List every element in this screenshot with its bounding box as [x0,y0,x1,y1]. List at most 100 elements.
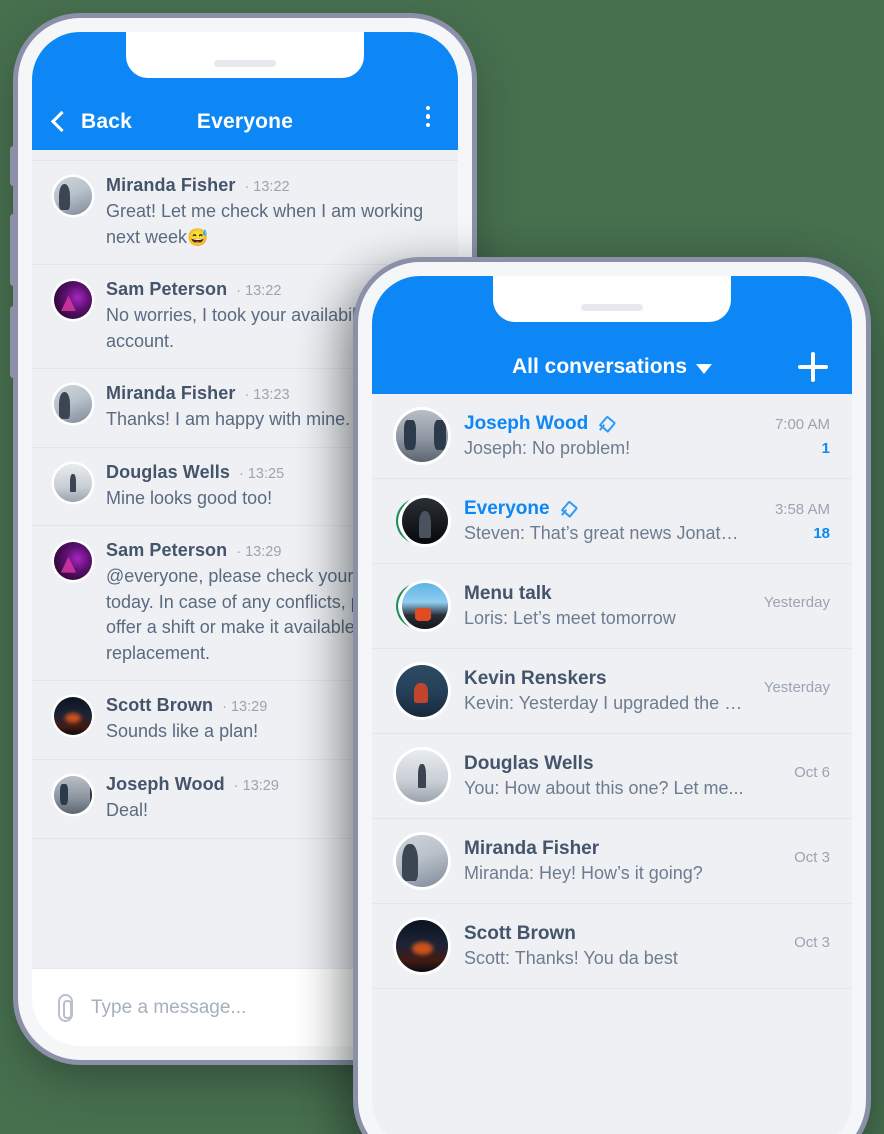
avatar-image [402,498,448,544]
message-header: Miranda Fisher · 13:22 [106,175,438,196]
conversation-list[interactable]: Joseph Wood Joseph: No problem! 7:00 AM 1 Ev… [372,394,852,1134]
unread-count: 1 [821,439,830,457]
conversation-row[interactable]: Kevin Renskers Kevin: Yesterday I upgrade… [372,649,852,734]
message-author: Scott Brown [106,695,214,716]
conversation-preview: You: How about this one? Let me... [464,778,744,798]
avatar[interactable] [54,281,92,320]
conversation-name: Joseph Wood [464,413,589,434]
unread-count: 18 [813,524,830,542]
phone-device-conversations: All conversations Joseph Wood Joseph: No … [358,262,866,1134]
chat-title: Everyone [196,110,294,133]
volume-down-button[interactable] [10,306,18,378]
message-row[interactable]: Miranda Fisher · 13:22 Great! Let me check… [32,160,458,266]
silent-switch[interactable] [10,146,18,186]
conversation-timestamp: Yesterday [763,594,830,611]
message-author: Douglas Wells [106,461,230,482]
conversation-body: Miranda Fisher Miranda: Hey! How’s it goi… [464,838,744,884]
conversation-row[interactable]: Miranda Fisher Miranda: Hey! How’s it goi… [372,819,852,904]
back-button[interactable]: Back [50,110,133,134]
pin-icon [555,498,578,521]
avatar[interactable] [54,463,92,502]
message-time: · 13:29 [233,778,279,795]
paperclip-icon[interactable] [58,993,73,1022]
avatar[interactable] [54,385,92,424]
conversation-row[interactable]: Scott Brown Scott: Thanks! You da best Oct… [372,904,852,989]
conversations-screen: All conversations Joseph Wood Joseph: No … [372,276,852,1134]
message-author: Sam Peterson [106,279,228,300]
conversation-header: Joseph Wood [464,413,744,435]
avatar-image [396,835,448,887]
back-button-label: Back [81,110,133,133]
emoji: 😅 [187,227,209,247]
avatar[interactable] [390,492,452,550]
conversation-header: Menu talk [464,583,744,605]
conversation-meta: Yesterday [760,679,830,703]
conversation-name: Miranda Fisher [464,838,600,859]
conversation-header: Miranda Fisher [464,838,744,860]
avatar[interactable] [396,835,448,887]
conversation-timestamp: Yesterday [763,679,830,696]
kebab-menu-icon[interactable] [420,102,437,132]
conversation-body: Scott Brown Scott: Thanks! You da best [464,923,744,969]
avatar-image [54,542,92,581]
avatar[interactable] [396,410,448,462]
conversation-filter-dropdown[interactable]: All conversations [511,355,713,379]
conversation-body: Kevin Renskers Kevin: Yesterday I upgrade… [464,668,744,714]
avatar-image [54,463,92,502]
message-time: · 13:29 [236,544,282,561]
conversation-preview: Joseph: No problem! [464,438,631,458]
avatar[interactable] [396,920,448,972]
conversation-row[interactable]: Menu talk Loris: Let’s meet tomorrow Yeste… [372,564,852,649]
conversation-preview: Miranda: Hey! How’s it going? [464,863,703,883]
conversation-timestamp: Oct 6 [794,764,830,781]
conversation-body: Everyone Steven: That’s great news Jonath… [464,498,744,544]
avatar[interactable] [54,542,92,581]
message-author: Joseph Wood [106,774,225,795]
avatar-image [54,776,92,815]
message-time: · 13:29 [222,699,268,716]
conversation-row[interactable]: Douglas Wells You: How about this one? Le… [372,734,852,819]
chevron-down-icon [696,363,713,374]
message-author: Miranda Fisher [106,383,236,404]
conversation-meta: 3:58 AM 18 [760,501,830,542]
message-time: · 13:22 [244,179,290,195]
conversation-name: Kevin Renskers [464,668,607,689]
conversations-title: All conversations [511,355,688,378]
earpiece-speaker [581,304,643,311]
conversation-timestamp: 3:58 AM [774,500,830,518]
conversation-preview: Kevin: Yesterday I upgraded the comp... [464,693,744,713]
chevron-left-icon [50,110,73,133]
conversation-header: Kevin Renskers [464,668,744,690]
new-conversation-button[interactable] [798,352,828,382]
conversation-name: Douglas Wells [464,753,594,774]
conversation-body: Menu talk Loris: Let’s meet tomorrow [464,583,744,629]
conversation-name: Scott Brown [464,923,576,944]
avatar[interactable] [54,177,92,215]
conversation-timestamp: Oct 3 [794,934,830,951]
device-notch [493,276,731,322]
conversation-timestamp: Oct 3 [794,849,830,866]
avatar-image [54,177,92,215]
message-time: · 13:23 [244,387,290,404]
message-text: Great! Let me check when I am working ne… [106,201,424,247]
message-body: Miranda Fisher · 13:22 Great! Let me check… [106,175,438,250]
avatar-image [396,410,448,462]
volume-up-button[interactable] [10,214,18,286]
conversation-row[interactable]: Joseph Wood Joseph: No problem! 7:00 AM 1 [372,394,852,479]
conversation-preview: Steven: That’s great news Jonathan! [464,523,744,543]
conversation-body: Douglas Wells You: How about this one? Le… [464,753,744,799]
avatar[interactable] [54,697,92,736]
earpiece-speaker [214,60,276,67]
avatar[interactable] [396,750,448,802]
pin-icon [594,413,617,436]
avatar-image [396,920,448,972]
conversation-body: Joseph Wood Joseph: No problem! [464,413,744,459]
avatar[interactable] [396,665,448,717]
conversation-header: Scott Brown [464,923,744,945]
conversation-row[interactable]: Everyone Steven: That’s great news Jonath… [372,479,852,564]
avatar[interactable] [390,577,452,635]
avatar[interactable] [54,776,92,815]
avatar-image [396,750,448,802]
conversation-meta: 7:00 AM 1 [760,416,830,457]
avatar-image [54,697,92,736]
